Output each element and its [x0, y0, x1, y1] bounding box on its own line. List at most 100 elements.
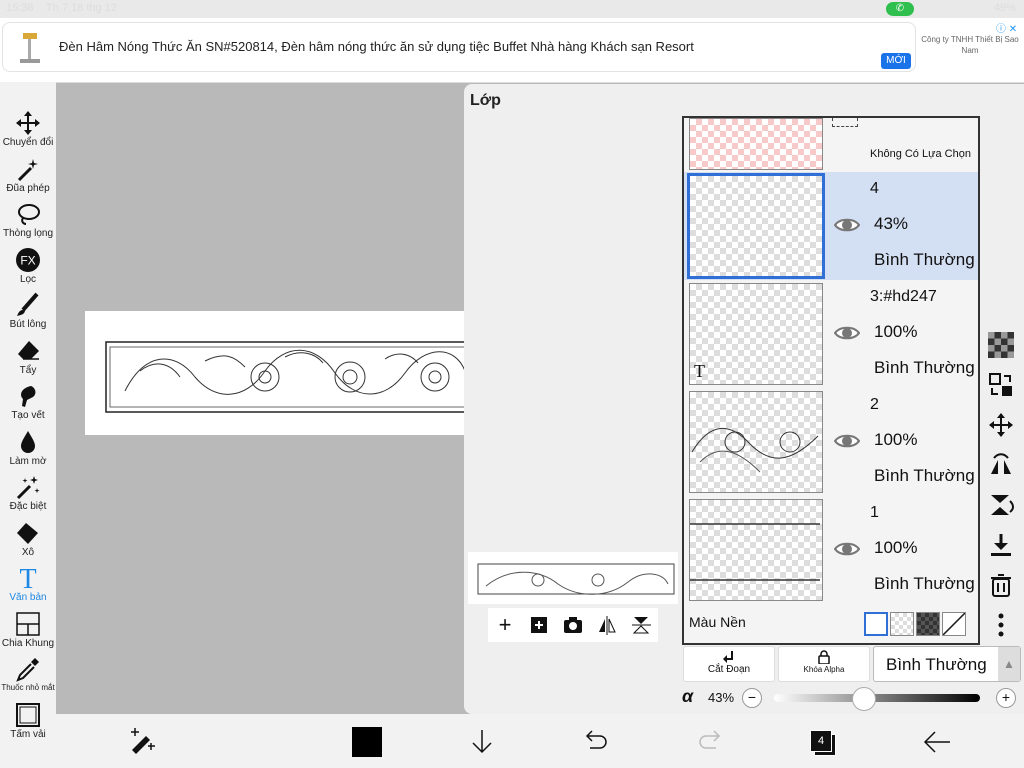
tool-label: Bút lông [9, 319, 47, 330]
move-layer-icon[interactable] [988, 412, 1014, 438]
layer-action-bar: + [488, 608, 658, 642]
tool-bucket[interactable]: Xô [0, 520, 56, 558]
flip-vertical-icon[interactable] [630, 614, 652, 636]
ad-sponsor[interactable]: Công ty TNHH Thiết Bị Sao Nam [918, 34, 1022, 56]
eraser-icon [15, 338, 41, 364]
tool-fx-filter[interactable]: FX Lọc [0, 247, 56, 285]
magic-wand-icon [15, 156, 41, 182]
checker-grid-icon[interactable] [988, 332, 1014, 358]
color-swatch[interactable] [352, 727, 382, 757]
layers-count: 4 [810, 730, 832, 752]
layer-row[interactable]: 4 43% Bình Thường [684, 172, 978, 281]
select-layer-icon[interactable] [988, 372, 1014, 398]
ad-new-badge[interactable]: MỚI [881, 53, 911, 69]
status-bar: 15:38 Th 7 18 thg 12 ✆ 49% [0, 0, 1024, 18]
ad-text[interactable]: Đèn Hâm Nóng Thức Ăn SN#520814, Đèn hâm … [59, 39, 694, 54]
flip-layer-icon[interactable] [988, 452, 1014, 478]
battery-level: 49% [993, 2, 1016, 14]
eye-visibility-icon[interactable] [833, 540, 861, 558]
transform-tools-icon[interactable] [128, 728, 156, 761]
navigator-thumbnail[interactable] [468, 552, 678, 604]
flip-vertical-layer-icon[interactable] [988, 492, 1014, 518]
layer-row[interactable]: 2 100% Bình Thường [684, 388, 978, 497]
undo-icon[interactable] [582, 728, 610, 761]
layer-side-tools [982, 326, 1020, 644]
clipping-button[interactable]: Cắt Đoạn [683, 646, 775, 682]
svg-text:FX: FX [20, 253, 35, 267]
eye-visibility-icon[interactable] [833, 324, 861, 342]
layer-opacity: 100% [874, 322, 918, 341]
layer-blend-mode: Bình Thường [874, 466, 975, 485]
tool-move-arrows[interactable]: Chuyển đổi [0, 110, 56, 148]
tool-label: Làm mờ [9, 455, 47, 467]
alpha-lock-button[interactable]: Khóa Alpha [778, 646, 870, 682]
trash-icon[interactable] [988, 572, 1014, 598]
clipping-label: Cắt Đoạn [707, 664, 751, 675]
layer-thumbnail[interactable]: T [689, 283, 823, 385]
tool-text[interactable]: T Văn bản [0, 564, 56, 603]
bg-none-swatch[interactable] [942, 612, 966, 636]
layer-thumbnail[interactable] [687, 173, 825, 279]
more-options-icon[interactable] [988, 612, 1014, 638]
bg-transparent-swatch[interactable] [890, 612, 914, 636]
flip-horizontal-icon[interactable] [596, 614, 618, 636]
eye-visibility-icon[interactable] [833, 216, 861, 234]
tool-label: Chia Khung [1, 637, 55, 649]
opacity-control: α 43% − + [682, 686, 1022, 711]
tool-canvas[interactable]: Tấm vải [0, 702, 56, 740]
merge-down-icon[interactable] [988, 532, 1014, 558]
layer-thumbnail[interactable] [689, 499, 823, 601]
tool-label: Chuyển đổi [2, 137, 54, 148]
bg-dark-swatch[interactable] [916, 612, 940, 636]
dropdown-arrow-icon[interactable]: ▲ [998, 647, 1020, 681]
opacity-increase-button[interactable]: + [996, 688, 1016, 708]
layer-blend-mode: Bình Thường [874, 250, 975, 269]
back-arrow-icon[interactable] [922, 728, 952, 761]
camera-icon[interactable] [562, 614, 584, 636]
tool-label: Tạo vết [11, 410, 45, 421]
tool-label: Đũa phép [6, 182, 50, 194]
add-layer-icon[interactable]: + [494, 614, 516, 636]
ad-banner[interactable]: Đèn Hâm Nóng Thức Ăn SN#520814, Đèn hâm … [0, 18, 1024, 83]
tool-blur-drop[interactable]: Làm mờ [0, 429, 56, 467]
tool-special-wand[interactable]: Đặc biệt [0, 474, 56, 512]
tool-lasso[interactable]: Thòng lọng [0, 201, 56, 239]
tool-brush[interactable]: Bút lông [0, 292, 56, 330]
layers-panel: Lớp + Không Có Lựa Chọn 4 43% Bình Thường T… [464, 84, 1024, 714]
tool-smudge[interactable]: Tạo vết [0, 383, 56, 421]
layer-thumbnail[interactable] [689, 391, 823, 493]
download-arrow-icon[interactable] [468, 728, 496, 761]
opacity-slider[interactable] [774, 687, 980, 711]
call-icon[interactable]: ✆ [886, 2, 914, 16]
background-label: Màu Nền [689, 614, 746, 630]
layers-count-icon[interactable]: 4 [810, 730, 836, 756]
opacity-decrease-button[interactable]: − [742, 688, 762, 708]
add-layer-copy-icon[interactable] [528, 614, 550, 636]
redo-icon[interactable] [696, 728, 724, 761]
blur-drop-icon [15, 429, 41, 455]
status-date: Th 7 18 thg 12 [46, 2, 117, 14]
tool-magic-wand[interactable]: Đũa phép [0, 156, 56, 194]
layer-list[interactable]: Không Có Lựa Chọn 4 43% Bình Thường T 3:#hd2… [682, 116, 980, 645]
ad-box[interactable]: Đèn Hâm Nóng Thức Ăn SN#520814, Đèn hâm … [2, 22, 916, 72]
layer-row[interactable]: T 3:#hd247 100% Bình Thường [684, 280, 978, 389]
special-wand-icon [15, 474, 41, 500]
selection-label: Không Có Lựa Chọn [870, 148, 971, 160]
tool-frame-divider[interactable]: Chia Khung [0, 611, 56, 649]
eyedropper-icon [15, 656, 41, 682]
blend-mode-select[interactable]: Bình Thường ▲ [873, 646, 1021, 682]
tool-eraser[interactable]: Tẩy [0, 338, 56, 376]
adchoices-icon[interactable]: ⓘ ✕ [996, 20, 1017, 35]
layer-row[interactable]: 1 100% Bình Thường [684, 496, 978, 605]
panel-title: Lớp [470, 92, 501, 109]
lasso-icon [15, 201, 41, 227]
bg-white-swatch[interactable] [864, 612, 888, 636]
eye-visibility-icon[interactable] [833, 432, 861, 450]
opacity-slider-knob[interactable] [851, 687, 876, 711]
layer-name: 4 [870, 180, 879, 197]
background-row[interactable]: Màu Nền [684, 604, 978, 643]
tool-sidebar: Chuyển đổi Đũa phép Thòng lọng FX Lọc Bút lôn… [0, 82, 56, 768]
selection-layer-row[interactable]: Không Có Lựa Chọn [684, 118, 978, 173]
tool-eyedropper[interactable]: Thuốc nhỏ mắt [0, 656, 56, 692]
brush-icon [15, 292, 41, 318]
